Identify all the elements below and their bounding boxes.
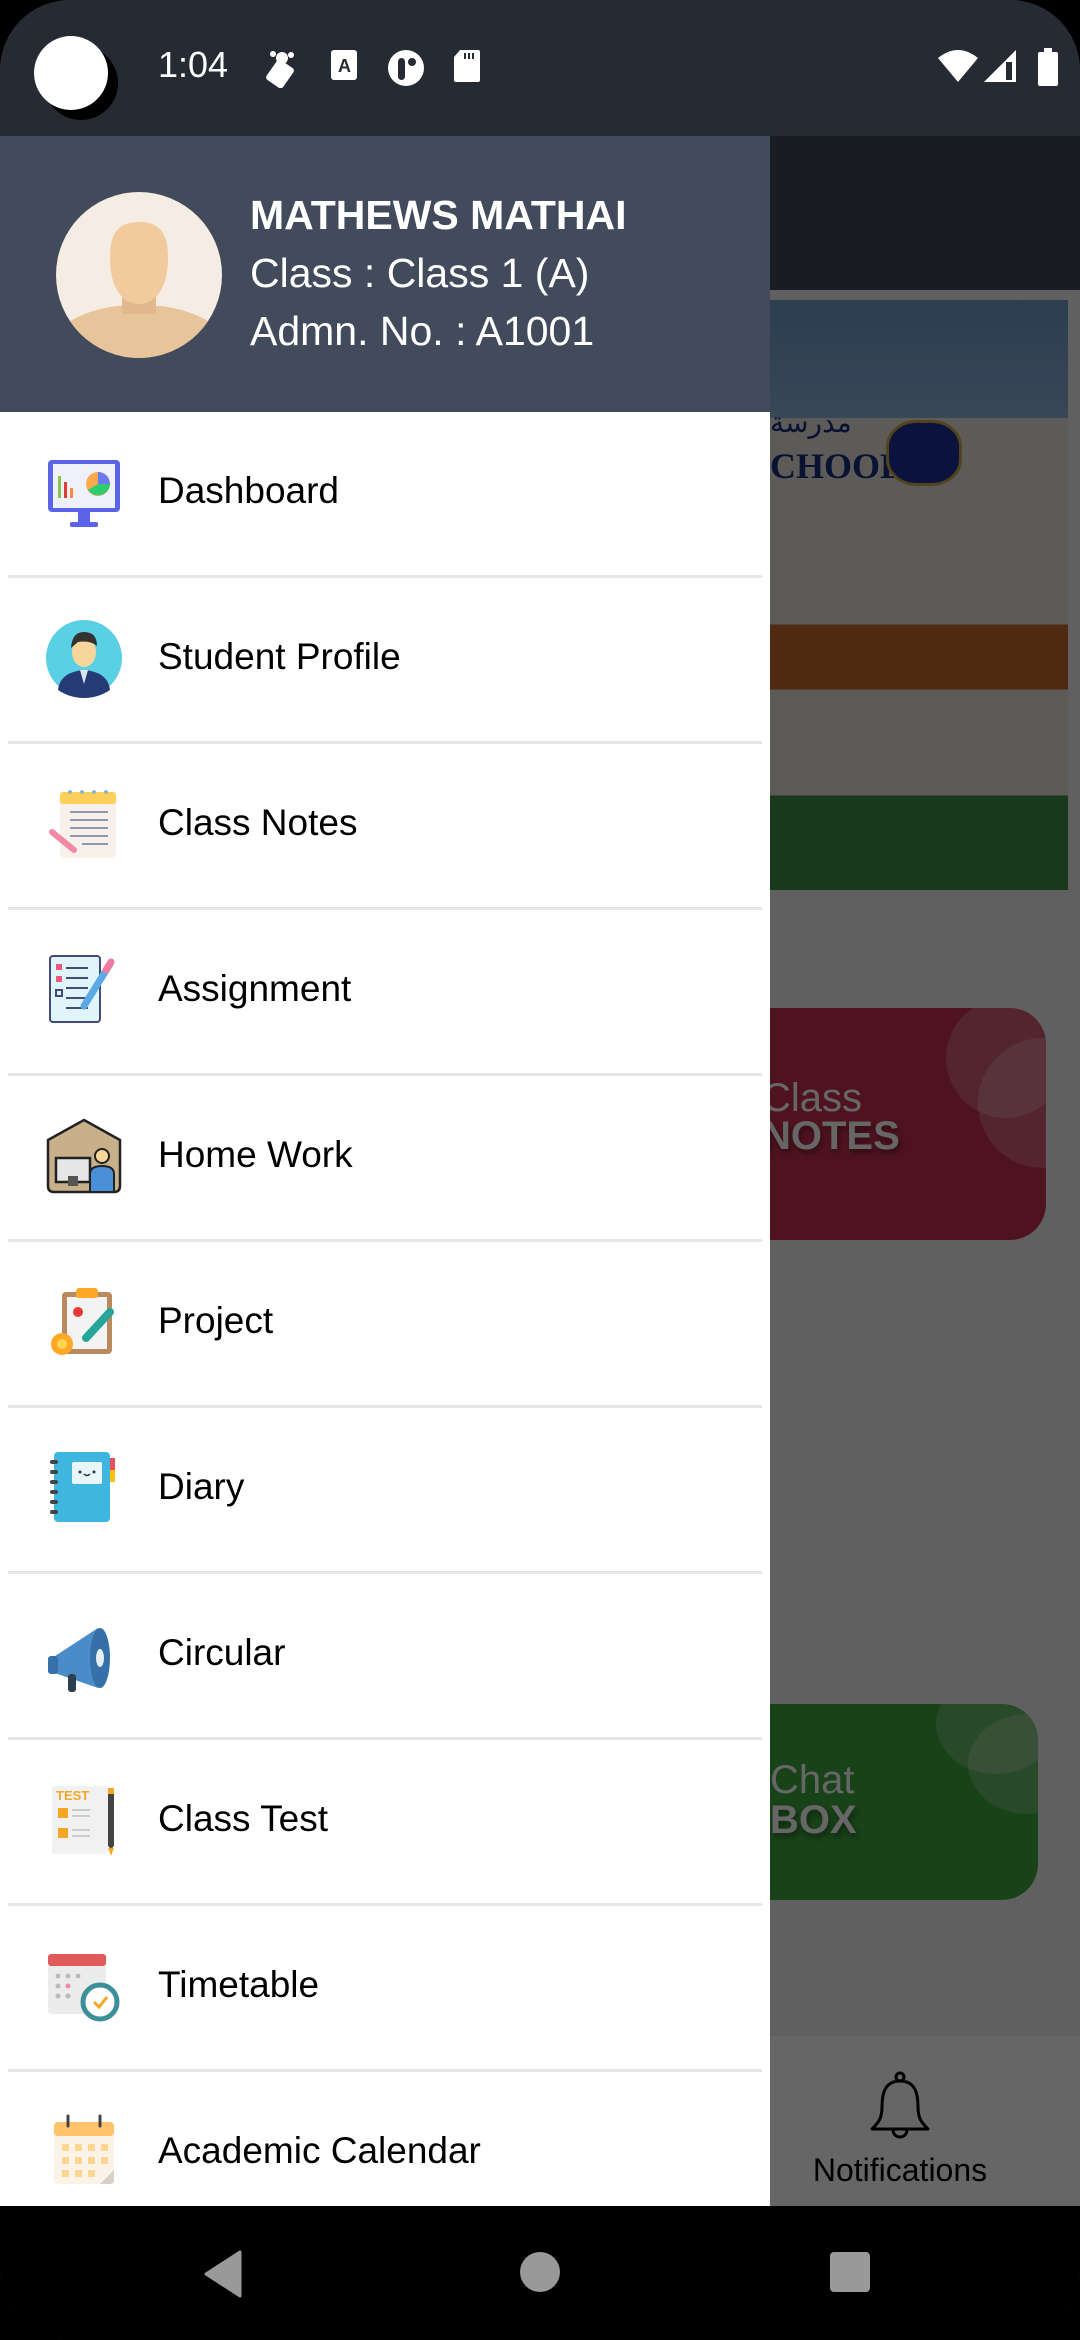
location-app-icon [266,51,294,88]
svg-text:TEST: TEST [56,1788,89,1803]
menu-item-label: Diary [158,1466,245,1507]
class-test-icon: TEST [52,1786,114,1856]
menu-item-label: Class Notes [158,802,358,843]
system-navigation-bar [0,2206,1080,2340]
drawer-header: MATHEWS MATHAI Class : Class 1 (A) Admn.… [0,136,770,412]
dashboard-icon [48,460,120,527]
menu-item-label: Student Profile [158,636,401,677]
user-admission-number: Admn. No. : A1001 [250,308,595,354]
menu-item-label: Circular [158,1632,286,1673]
diary-icon [50,1452,115,1522]
avatar [56,192,222,358]
circle-app-icon [388,50,424,86]
menu-item-class-notes[interactable]: Class Notes [0,744,770,910]
home-button[interactable] [518,2250,562,2294]
menu-item-assignment[interactable]: Assignment [0,910,770,1076]
menu-item-label: Dashboard [158,470,340,511]
sd-card-icon [454,50,480,82]
megaphone-icon [48,1628,110,1692]
user-class: Class : Class 1 (A) [250,250,590,296]
default-avatar-icon [56,222,222,358]
student-profile-icon [46,620,122,698]
timetable-icon [48,1954,120,2022]
menu-item-student-profile[interactable]: Student Profile [0,578,770,744]
menu-item-dashboard[interactable]: Dashboard [0,412,770,578]
menu-item-label: Home Work [158,1134,353,1175]
assignment-icon [49,955,115,1023]
menu-item-circular[interactable]: Circular [0,1574,770,1740]
menu-item-label: Project [158,1300,274,1341]
camera-cutout [34,36,108,110]
signal-icon [984,50,1016,82]
menu-item-label: Assignment [158,968,352,1009]
user-name: MATHEWS MATHAI [250,192,627,238]
menu-item-label: Timetable [158,1964,320,2005]
navigation-drawer: MATHEWS MATHAI Class : Class 1 (A) Admn.… [0,136,770,2206]
recents-button[interactable] [828,2250,872,2294]
menu-item-academic-calendar[interactable]: Academic Calendar [0,2072,770,2206]
home-work-icon [46,1118,122,1194]
menu-item-timetable[interactable]: Timetable [0,1906,770,2072]
status-bar: 1:04 A [0,0,1080,136]
menu-item-label: Academic Calendar [158,2130,481,2171]
drawer-menu: Dashboard Student Profile Class Notes As… [0,412,770,2206]
project-icon [51,1288,114,1355]
menu-item-diary[interactable]: Diary [0,1408,770,1574]
class-notes-icon [49,790,116,858]
menu-item-label: Class Test [158,1798,328,1839]
svg-text:A: A [338,56,351,76]
menu-item-class-test[interactable]: TEST Class Test [0,1740,770,1906]
phone-screen: 1:04 A MATHEWS MATHAI Class: Class 1 (A… [0,0,1080,2340]
status-time: 1:04 [158,44,229,85]
text-a-icon: A [331,50,357,80]
calendar-icon [54,2114,114,2184]
menu-item-home-work[interactable]: Home Work [0,1076,770,1242]
menu-item-project[interactable]: Project [0,1242,770,1408]
back-button[interactable] [202,2250,246,2298]
battery-icon [1038,48,1058,86]
wifi-icon [938,50,978,82]
